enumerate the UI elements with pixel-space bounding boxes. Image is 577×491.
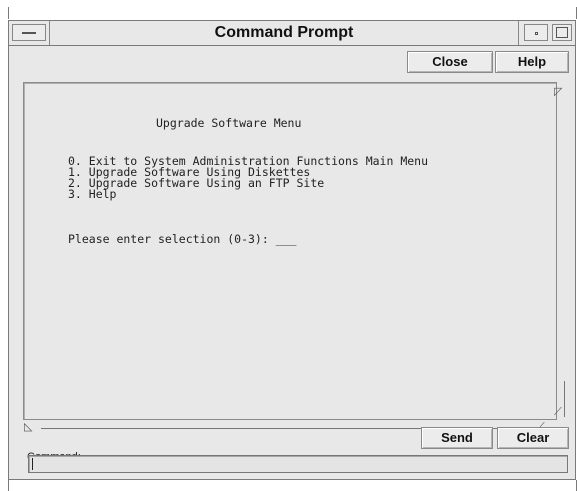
close-button[interactable]: Close — [407, 51, 493, 73]
scroll-up-icon[interactable]: ◸ — [554, 87, 562, 98]
help-button[interactable]: Help — [495, 51, 569, 73]
window-frame-top — [8, 7, 577, 19]
scroll-left-icon[interactable]: ◺ — [24, 422, 32, 433]
vertical-scrollbar[interactable]: ◸ ⟋ — [552, 85, 566, 419]
terminal-text: Upgrade Software Menu 0. Exit to System … — [28, 87, 536, 415]
command-input[interactable] — [28, 455, 568, 473]
terminal-output[interactable]: Upgrade Software Menu 0. Exit to System … — [23, 82, 565, 420]
title-bar[interactable]: Command Prompt — [9, 21, 575, 46]
menu-option: 3. Help — [68, 187, 117, 201]
terminal-menu-title: Upgrade Software Menu — [156, 116, 302, 130]
clear-button[interactable]: Clear — [497, 427, 569, 449]
window-title: Command Prompt — [49, 21, 519, 45]
scroll-down-icon[interactable]: ⟋ — [554, 407, 562, 418]
send-button[interactable]: Send — [421, 427, 493, 449]
window-frame-bottom — [8, 480, 577, 491]
selection-prompt: Please enter selection (0-3): ___ — [68, 232, 297, 246]
window-menu-icon[interactable] — [12, 24, 46, 41]
text-cursor — [32, 458, 33, 470]
minimize-icon[interactable] — [524, 24, 548, 41]
maximize-icon[interactable] — [552, 24, 572, 41]
command-prompt-window: Command Prompt Close Help Upgrade Softwa… — [8, 20, 576, 480]
